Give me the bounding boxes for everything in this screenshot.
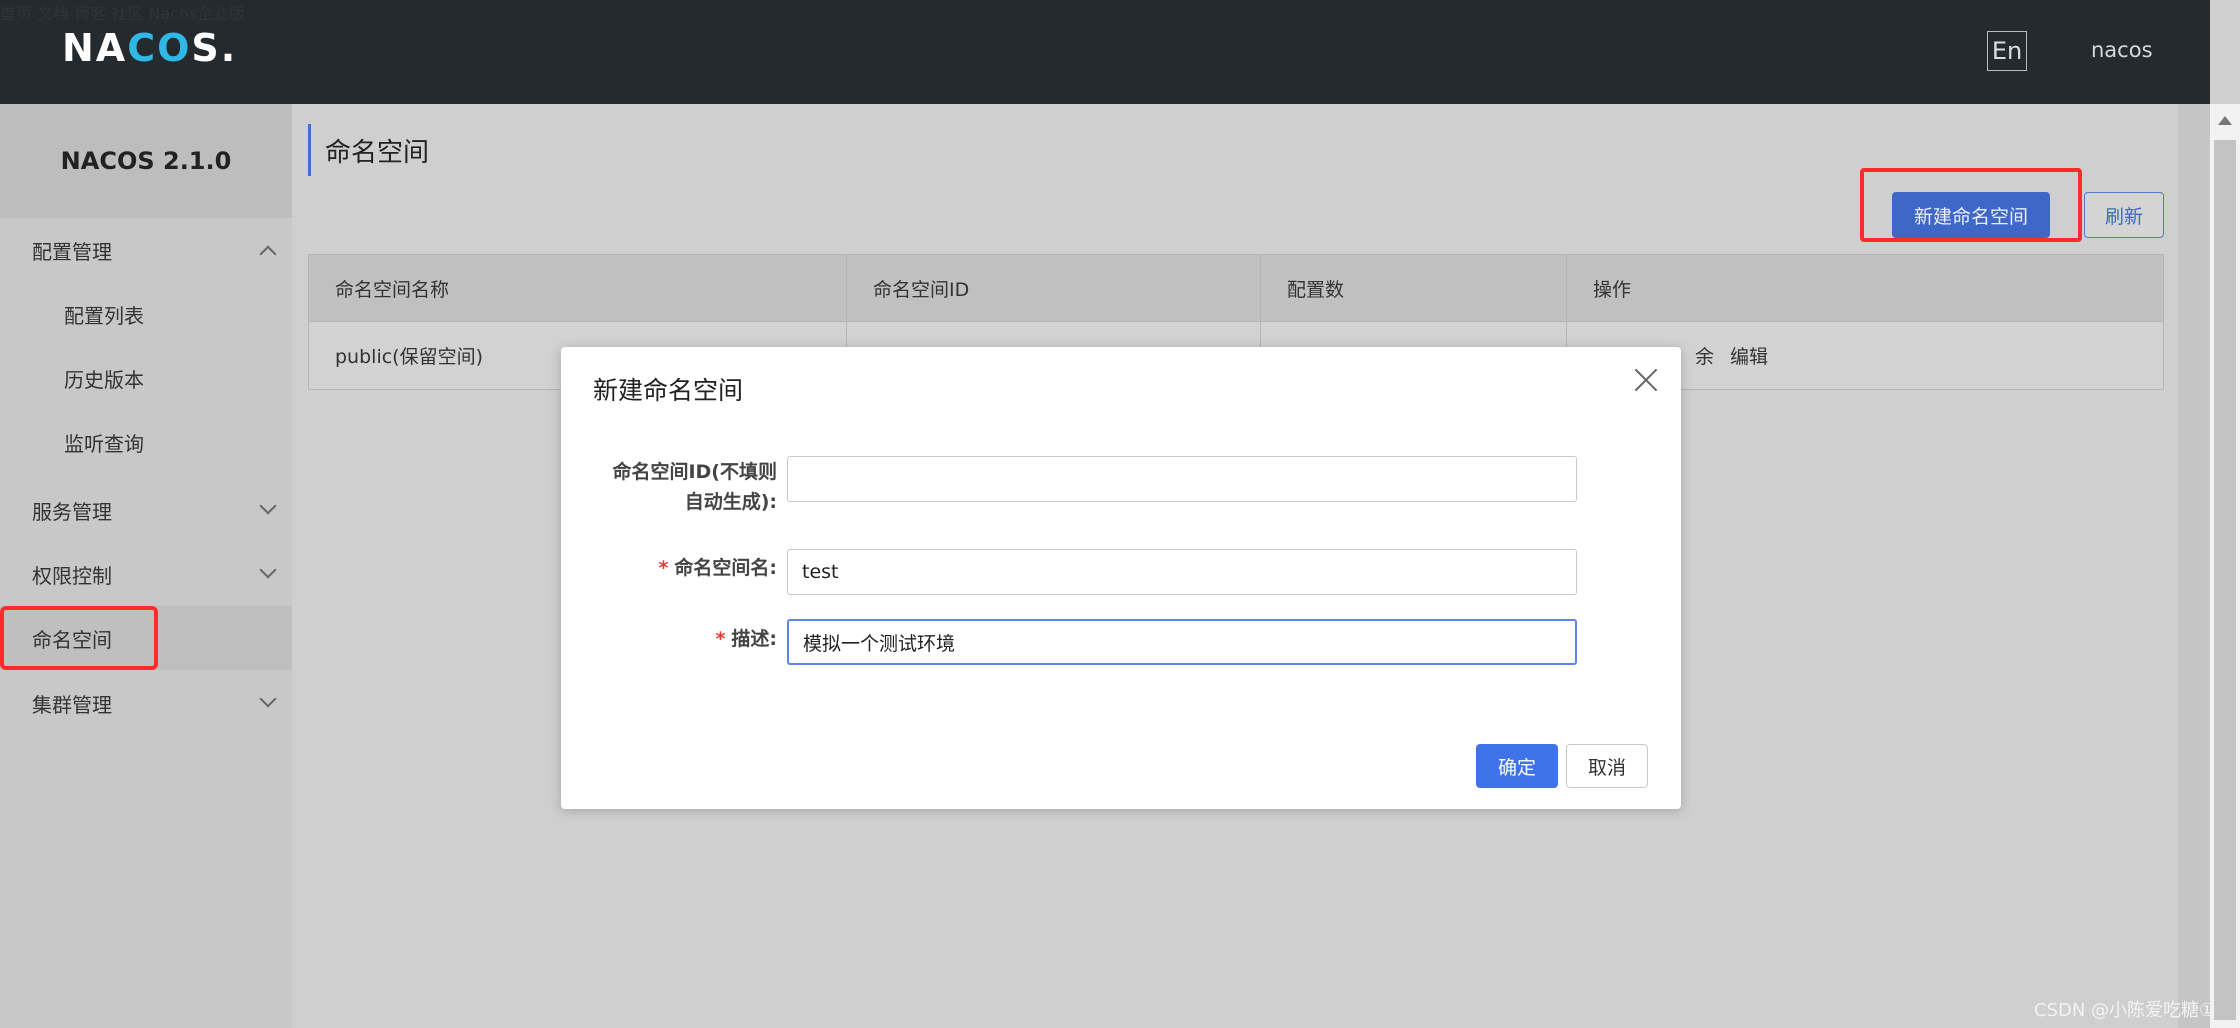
sidebar-item-access-control[interactable]: 权限控制 [0, 542, 292, 606]
namespace-name-label-text: 命名空间名: [674, 557, 777, 579]
namespace-id-label-line2: 自动生成): [684, 491, 777, 513]
column-header-id: 命名空间ID [847, 255, 1261, 321]
description-label: * 描述: [597, 624, 777, 654]
column-header-count: 配置数 [1261, 255, 1567, 321]
highlight-box-namespace [0, 606, 158, 670]
required-mark: * [658, 557, 669, 579]
dialog-title: 新建命名空间 [593, 376, 744, 405]
chevron-down-icon [259, 561, 277, 579]
column-header-name: 命名空间名称 [309, 255, 847, 321]
sidebar-item-label: 集群管理 [32, 692, 112, 717]
scroll-up-arrow-icon[interactable] [2218, 116, 2232, 125]
namespace-id-input[interactable] [787, 456, 1577, 502]
new-namespace-dialog: 新建命名空间 命名空间ID(不填则 自动生成): * 命名空间名: test * 描… [561, 347, 1681, 809]
sidebar: NACOS 2.1.0 配置管理 配置列表 历史版本 监听查询 服务管理 权限控… [0, 104, 292, 1028]
sidebar-item-label: 监听查询 [64, 431, 144, 456]
watermark: CSDN @小陈爱吃糖① [2034, 1000, 2216, 1021]
sidebar-item-cluster-management[interactable]: 集群管理 [0, 671, 292, 735]
nav-docs[interactable]: 文档 [37, 4, 69, 23]
chevron-down-icon [259, 690, 277, 708]
nav-blog[interactable]: 博客 [74, 4, 106, 23]
nav-home[interactable]: 首页 [0, 4, 32, 23]
table-header: 命名空间名称 命名空间ID 配置数 操作 [308, 254, 2164, 322]
logo-text-right: S. [191, 26, 238, 70]
namespace-name-label: * 命名空间名: [597, 553, 777, 583]
column-header-operation: 操作 [1593, 278, 1632, 301]
new-namespace-button[interactable]: 新建命名空间 [1892, 192, 2050, 238]
top-header: NA CO S. 首页 文档 博客 社区 Nacos企业版 En nacos [0, 0, 2210, 104]
sidebar-item-config-list[interactable]: 配置列表 [0, 282, 292, 346]
sidebar-item-listener-query[interactable]: 监听查询 [0, 410, 292, 474]
logo-text-mid: CO [127, 26, 192, 70]
sidebar-title: NACOS 2.1.0 [0, 104, 292, 218]
content-scroll-track [2178, 104, 2210, 1028]
sidebar-item-label: 历史版本 [64, 367, 144, 392]
namespace-name-input[interactable]: test [787, 549, 1577, 595]
chevron-up-icon [259, 245, 277, 263]
chevron-down-icon [259, 497, 277, 515]
confirm-button[interactable]: 确定 [1476, 744, 1558, 788]
page-title: 命名空间 [308, 124, 429, 176]
required-mark: * [715, 628, 726, 650]
namespace-id-label-line1: 命名空间ID(不填则 [612, 461, 777, 483]
description-input[interactable]: 模拟一个测试环境 [787, 619, 1577, 665]
namespace-id-label: 命名空间ID(不填则 自动生成): [597, 457, 777, 517]
sidebar-item-label: 配置列表 [64, 303, 144, 328]
refresh-button[interactable]: 刷新 [2084, 192, 2164, 238]
nacos-logo[interactable]: NA CO S. [62, 26, 237, 70]
sidebar-item-history[interactable]: 历史版本 [0, 346, 292, 410]
cancel-button[interactable]: 取消 [1566, 744, 1648, 788]
sidebar-item-label: 服务管理 [32, 499, 112, 524]
scrollbar-thumb[interactable] [2214, 140, 2236, 1020]
user-name[interactable]: nacos [2091, 38, 2153, 62]
nav-enterprise[interactable]: Nacos企业版 [148, 4, 245, 23]
sidebar-item-service-management[interactable]: 服务管理 [0, 478, 292, 542]
page-scrollbar[interactable] [2210, 104, 2240, 1028]
nav-community[interactable]: 社区 [111, 4, 143, 23]
sidebar-item-config-management[interactable]: 配置管理 [0, 218, 292, 282]
sidebar-item-label: 配置管理 [32, 239, 112, 264]
close-icon[interactable] [1633, 367, 1659, 393]
operation-link-partial[interactable]: 余 [1695, 342, 1714, 369]
edit-link[interactable]: 编辑 [1730, 342, 1768, 369]
logo-text-left: NA [62, 26, 128, 70]
description-label-text: 描述: [731, 628, 777, 650]
sidebar-item-label: 权限控制 [32, 563, 112, 588]
language-switch-button[interactable]: En [1987, 31, 2027, 71]
